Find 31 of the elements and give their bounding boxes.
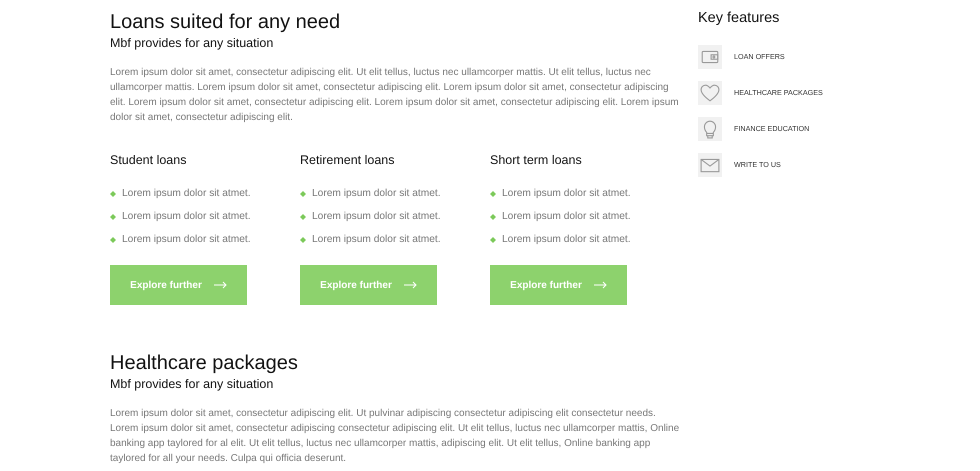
- section-subheading: Mbf provides for any situation: [110, 377, 274, 392]
- arrow-right-icon: [594, 281, 607, 289]
- list-item: Lorem ipsum dolor sit atmet.: [122, 210, 251, 224]
- arrow-right-icon: [214, 281, 227, 289]
- list-item: Lorem ipsum dolor sit atmet.: [502, 186, 631, 201]
- bullet-icon: [110, 236, 116, 242]
- sidebar-heading: Key features: [698, 10, 780, 28]
- paragraph: Lorem ipsum dolor sit amet, consectetur adipiscing elit. Ut elit tellus, luctus nec ullamcorper mattis. Ut elit tellus, luctus nec ullamcorper mattis. Lorem ipsum dolor sit amet, consectetur adipiscing elit. Lorem ipsum dolor sit amet, consectetur adipiscing elit. Lorem ipsum dolor sit amet, consectetur adipiscing elit. Lorem ipsum dolor sit amet, consectetur adipiscing elit. Lorem ipsum dolor sit amet, consectetur adipiscing elit.: [110, 66, 680, 125]
- list-item: Lorem ipsum dolor sit atmet.: [502, 232, 631, 247]
- bullet-icon: [110, 214, 116, 220]
- bullet-icon: [300, 236, 306, 242]
- arrow-right-icon: [404, 281, 417, 289]
- bullet-icon: [490, 214, 496, 220]
- bullet-icon: [300, 190, 306, 196]
- bullet-icon: [300, 214, 306, 220]
- section-heading: Loans suited for any need: [110, 10, 342, 34]
- list-item: Lorem ipsum dolor sit atmet.: [312, 210, 441, 224]
- bullet-icon: [490, 190, 496, 196]
- list-item: Lorem ipsum dolor sit atmet.: [312, 186, 441, 201]
- column-heading: Retirement loans: [300, 153, 396, 168]
- bullet-icon: [110, 190, 116, 196]
- list-item: Lorem ipsum dolor sit atmet.: [122, 232, 251, 247]
- bullet-icon: [490, 236, 496, 242]
- list-item: Lorem ipsum dolor sit atmet.: [502, 210, 631, 224]
- section-heading: Healthcare packages: [110, 351, 299, 375]
- list-item: Lorem ipsum dolor sit atmet.: [122, 186, 251, 201]
- list-item: Lorem ipsum dolor sit atmet.: [312, 232, 441, 247]
- section-subheading: Mbf provides for any situation: [110, 36, 274, 51]
- column-heading: Short term loans: [490, 153, 583, 168]
- column-heading: Student loans: [110, 153, 188, 168]
- paragraph: Lorem ipsum dolor sit amet, consectetur adipiscing elit. Ut pulvinar adipiscing consectetur adipiscing elit consectetur needs. Lorem ipsum dolor sit amet, consectetur adipiscing consectetur adipiscing elit. Ut elit tellus, luctus nec ullamcorper mattis, Online banking app taylored for al elit. Ut elit tellus, luctus nec ullamcorper mattis, adipiscing elit. Ut elit tellus, Online banking app taylored for all your needs. Culpa qui officia deserunt.: [110, 407, 680, 466]
